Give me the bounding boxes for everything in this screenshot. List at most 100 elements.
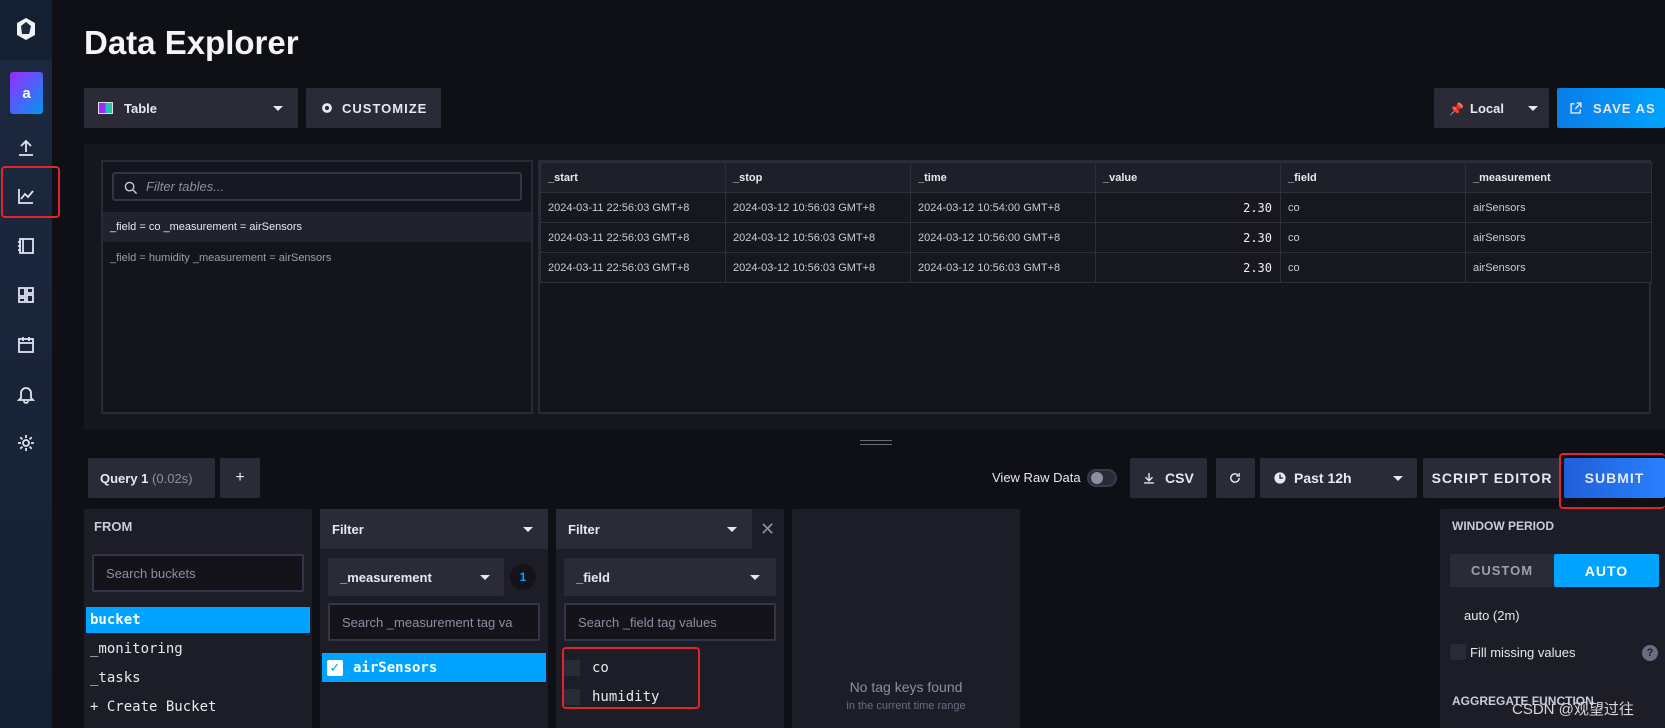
refresh-button[interactable] [1216,458,1255,498]
auto-button[interactable]: AUTO [1554,554,1659,587]
timezone-dropdown[interactable]: 📌 Local [1434,88,1549,128]
auto-period-value: auto (2m) [1464,608,1520,623]
search-tag-values-placeholder: Search _measurement tag va [342,614,513,630]
table-cell: 2024-03-12 10:56:03 GMT+8 [725,252,911,283]
search-icon [124,181,138,195]
filter-function-dropdown[interactable]: Filter [556,509,752,549]
table-cell: 2024-03-12 10:56:03 GMT+8 [725,222,911,253]
table-row: 2024-03-11 22:56:03 GMT+8 2024-03-12 10:… [540,192,1652,223]
chevron-down-icon [727,527,737,532]
tag-key-dropdown[interactable]: _field [564,558,776,596]
table-header-row: _start _stop _time _value _field _measur… [540,162,1652,193]
bucket-item-selected[interactable]: bucket [86,607,310,633]
create-bucket-item[interactable]: + Create Bucket [86,694,310,720]
chevron-down-icon [273,106,283,111]
table-list-item[interactable]: _field = co _measurement = airSensors [103,212,531,242]
tag-key-label: _measurement [340,569,432,585]
dashboards-icon[interactable] [10,279,42,311]
time-range-dropdown[interactable]: Past 12h [1260,458,1417,498]
search-tag-values-input[interactable]: Search _measurement tag va [328,603,540,641]
table-cell: airSensors [1465,192,1652,223]
time-range-label: Past 12h [1294,470,1352,486]
table-cell: airSensors [1465,252,1652,283]
customize-button[interactable]: CUSTOMIZE [306,88,441,128]
search-tag-values-input[interactable]: Search _field tag values [564,603,776,641]
influx-logo-icon [17,18,35,40]
table-list-item-label: _field = co _measurement = airSensors [110,221,302,233]
chevron-down-icon [1528,106,1538,111]
tag-key-dropdown[interactable]: _measurement [328,558,504,596]
table-cell: 2024-03-12 10:56:03 GMT+8 [910,252,1096,283]
filter-function-dropdown[interactable]: Filter [320,509,548,549]
table-cell: 2024-03-12 10:56:03 GMT+8 [725,192,911,223]
customize-label: CUSTOMIZE [342,100,428,116]
table-cell: 2.30 [1095,192,1281,223]
tasks-icon[interactable] [10,329,42,361]
column-header[interactable]: _field [1280,162,1466,193]
save-as-button[interactable]: SAVE AS [1557,88,1665,128]
tag-key-label: _field [576,569,610,585]
table-cell: 2024-03-12 10:56:00 GMT+8 [910,222,1096,253]
chevron-down-icon [523,527,533,532]
view-type-label: Table [124,100,157,116]
column-header[interactable]: _time [910,162,1096,193]
table-row: 2024-03-11 22:56:03 GMT+8 2024-03-12 10:… [540,222,1652,253]
table-cell: 2024-03-12 10:54:00 GMT+8 [910,192,1096,223]
filter-tables-placeholder: Filter tables... [146,179,225,194]
from-title: FROM [94,519,133,534]
column-header[interactable]: _stop [725,162,911,193]
table-cell: co [1280,192,1466,223]
table-list-item[interactable]: _field = humidity _measurement = airSens… [103,243,531,273]
table-cell: 2024-03-11 22:56:03 GMT+8 [540,252,726,283]
external-link-icon [1570,102,1582,114]
query-name: Query 1 [100,470,149,486]
fill-missing-label: Fill missing values [1470,645,1576,660]
highlight-box [1559,453,1665,509]
search-tag-values-placeholder: Search _field tag values [578,614,717,630]
logo[interactable] [0,0,52,60]
table-row: 2024-03-11 22:56:03 GMT+8 2024-03-12 10:… [540,252,1652,283]
table-cell: 2024-03-11 22:56:03 GMT+8 [540,192,726,223]
script-editor-button[interactable]: SCRIPT EDITOR [1423,458,1561,498]
filter-title: Filter [332,521,364,537]
view-type-dropdown[interactable]: Table [84,88,298,128]
notebooks-icon[interactable] [10,230,42,262]
query-tab-label: Query 1 (0.02s) [100,471,193,486]
settings-icon[interactable] [10,427,42,459]
close-icon[interactable]: ✕ [760,519,775,540]
tag-value-item-selected[interactable]: ✓ airSensors [322,653,546,682]
view-raw-label: View Raw Data [992,470,1081,485]
chevron-down-icon [480,575,490,580]
add-query-button[interactable]: + [220,458,260,498]
result-table: _start _stop _time _value _field _measur… [540,162,1652,283]
search-buckets-placeholder: Search buckets [106,565,196,581]
column-header[interactable]: _value [1095,162,1281,193]
help-icon[interactable]: ? [1642,645,1658,661]
table-cell: 2.30 [1095,222,1281,253]
table-cell: co [1280,222,1466,253]
fill-missing-checkbox[interactable] [1450,644,1466,660]
table-cell: airSensors [1465,222,1652,253]
custom-button[interactable]: CUSTOM [1450,554,1554,587]
org-avatar[interactable]: a [10,72,43,114]
bucket-item[interactable]: _tasks [86,665,310,691]
column-header[interactable]: _start [540,162,726,193]
timezone-label: Local [1470,100,1504,116]
watermark: CSDN @观望过往 [1512,701,1634,718]
table-cell: 2024-03-11 22:56:03 GMT+8 [540,222,726,253]
tag-value-label: airSensors [353,659,438,676]
filter-tables-input[interactable]: Filter tables... [112,172,522,201]
bucket-item[interactable]: _monitoring [86,636,310,662]
view-raw-toggle[interactable] [1087,469,1117,487]
query-time: (0.02s) [152,470,193,486]
resize-handle[interactable] [860,440,892,445]
table-icon [98,102,113,114]
search-buckets-input[interactable]: Search buckets [92,554,304,592]
query-tab[interactable]: Query 1 (0.02s) [88,458,215,498]
alerts-icon[interactable] [10,378,42,410]
load-data-icon[interactable] [10,132,42,164]
column-header[interactable]: _measurement [1465,162,1652,193]
highlight-box [1,166,60,218]
pin-icon: 📌 [1449,102,1464,116]
csv-button[interactable]: CSV [1130,458,1207,498]
